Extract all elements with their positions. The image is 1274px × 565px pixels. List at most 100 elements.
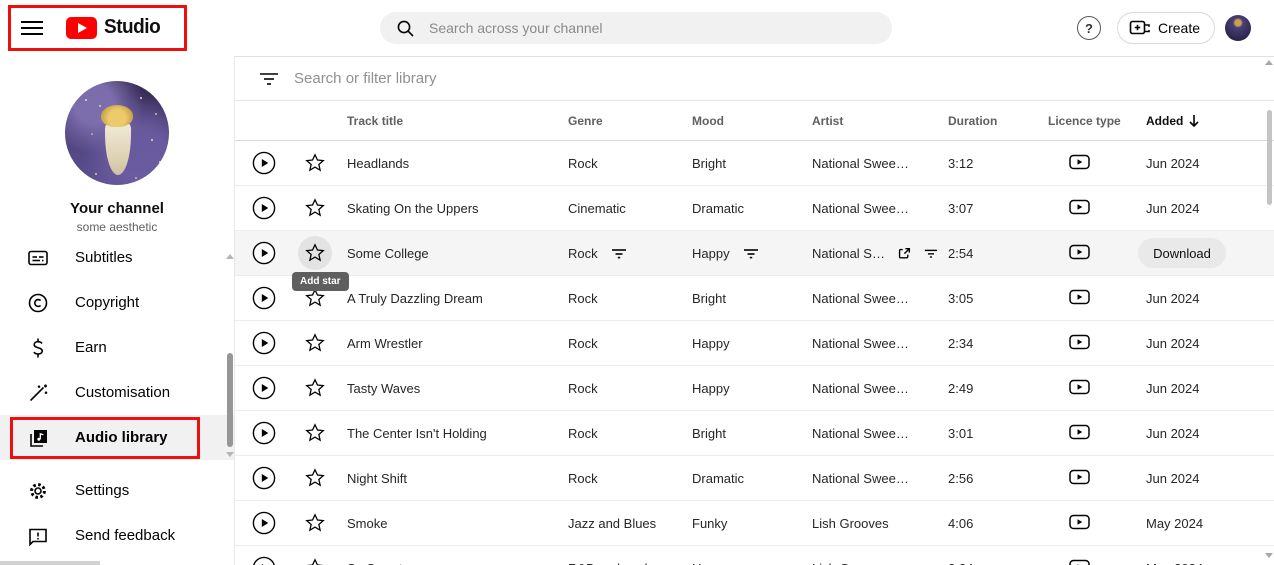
star-button[interactable] xyxy=(298,461,332,495)
sidebar-scrollbar[interactable] xyxy=(227,353,233,447)
external-link-icon[interactable] xyxy=(898,246,911,261)
youtube-licence-icon[interactable] xyxy=(1069,559,1090,565)
play-button[interactable] xyxy=(252,241,276,265)
track-artist: National Swee… xyxy=(812,470,909,486)
table-row[interactable]: Smoke Jazz and Blues Funky Lish Grooves … xyxy=(235,501,1274,546)
star-icon xyxy=(306,558,324,565)
play-button[interactable] xyxy=(252,331,276,355)
avatar-hat xyxy=(101,105,133,127)
star-button[interactable] xyxy=(298,551,332,565)
star-button[interactable] xyxy=(298,236,332,270)
library-filter-bar[interactable] xyxy=(235,57,1274,101)
star-button[interactable] xyxy=(298,146,332,180)
track-added-date: Jun 2024 xyxy=(1146,200,1200,216)
col-genre[interactable]: Genre xyxy=(558,114,682,128)
youtube-licence-icon[interactable] xyxy=(1069,379,1090,395)
col-mood[interactable]: Mood xyxy=(682,114,802,128)
sidebar-item-audio-library[interactable]: Audio library xyxy=(0,415,234,460)
main-scroll-down-icon[interactable] xyxy=(1265,553,1273,558)
star-button[interactable] xyxy=(298,371,332,405)
channel-avatar[interactable] xyxy=(65,81,169,185)
col-track-title[interactable]: Track title xyxy=(337,114,558,128)
col-licence-type[interactable]: Licence type xyxy=(1038,114,1136,128)
track-mood: Happy xyxy=(692,245,730,261)
table-row[interactable]: Skating On the Uppers Cinematic Dramatic… xyxy=(235,186,1274,231)
sidebar-item-copyright[interactable]: Copyright xyxy=(0,280,234,325)
help-glyph: ? xyxy=(1085,20,1093,36)
sidebar-item-label: Copyright xyxy=(75,294,140,311)
track-added-date: Jun 2024 xyxy=(1146,470,1200,486)
channel-search-bar[interactable] xyxy=(380,12,892,44)
table-row[interactable]: Night Shift Rock Dramatic National Swee…… xyxy=(235,456,1274,501)
star-icon xyxy=(305,198,325,217)
main-scrollbar[interactable] xyxy=(1267,110,1272,205)
menu-hamburger-icon[interactable] xyxy=(21,21,43,35)
play-button[interactable] xyxy=(252,466,276,490)
sidebar-scroll-down-icon[interactable] xyxy=(226,452,234,457)
youtube-licence-icon[interactable] xyxy=(1069,199,1090,215)
sidebar-item-send-feedback[interactable]: Send feedback xyxy=(0,513,234,558)
track-genre: Rock xyxy=(568,470,598,486)
star-button[interactable] xyxy=(298,416,332,450)
table-row[interactable]: Some College Rock Happy National S… 2:54 xyxy=(235,231,1274,276)
col-added[interactable]: Added xyxy=(1136,114,1274,128)
play-button[interactable] xyxy=(252,421,276,445)
play-button[interactable] xyxy=(252,376,276,400)
track-mood: Bright xyxy=(692,155,726,171)
youtube-licence-icon[interactable] xyxy=(1069,424,1090,440)
create-button[interactable]: Create xyxy=(1117,12,1216,44)
subtitles-icon xyxy=(28,250,48,265)
col-duration[interactable]: Duration xyxy=(938,114,1038,128)
horizontal-scrollbar[interactable] xyxy=(0,561,100,565)
youtube-licence-icon[interactable] xyxy=(1069,514,1090,530)
track-mood: Happy xyxy=(692,380,730,396)
account-avatar[interactable] xyxy=(1225,15,1251,41)
table-row[interactable]: The Center Isn't Holding Rock Bright Nat… xyxy=(235,411,1274,456)
star-icon xyxy=(305,333,325,352)
play-button[interactable] xyxy=(252,556,276,565)
sidebar-menu: Subtitles Copyright Earn Customisation A… xyxy=(0,235,234,558)
search-input[interactable] xyxy=(429,20,876,36)
track-artist: National Swee… xyxy=(812,290,909,306)
youtube-licence-icon[interactable] xyxy=(1069,154,1090,170)
help-button[interactable]: ? xyxy=(1077,16,1101,40)
play-button[interactable] xyxy=(252,286,276,310)
library-filter-input[interactable] xyxy=(294,70,1274,87)
track-title: Night Shift xyxy=(347,470,407,486)
sidebar-item-subtitles[interactable]: Subtitles xyxy=(0,235,234,280)
artist-filter-icon[interactable] xyxy=(924,247,938,259)
main-scroll-up-icon[interactable] xyxy=(1265,60,1273,65)
youtube-licence-icon[interactable] xyxy=(1069,289,1090,305)
track-artist: National S… xyxy=(812,245,885,261)
table-row[interactable]: Arm Wrestler Rock Happy National Swee… 2… xyxy=(235,321,1274,366)
star-icon xyxy=(305,513,325,532)
sidebar-item-customisation[interactable]: Customisation xyxy=(0,370,234,415)
star-button[interactable] xyxy=(298,506,332,540)
play-button[interactable] xyxy=(252,511,276,535)
sidebar-item-settings[interactable]: Settings xyxy=(0,468,234,513)
table-row[interactable]: Tasty Waves Rock Happy National Swee… 2:… xyxy=(235,366,1274,411)
track-added-date: Jun 2024 xyxy=(1146,155,1200,171)
table-row[interactable]: So Sweet R&B and soul Happy Lish Grooves… xyxy=(235,546,1274,565)
star-button[interactable] xyxy=(298,326,332,360)
track-artist: Lish Grooves xyxy=(812,561,889,565)
sidebar-item-earn[interactable]: Earn xyxy=(0,325,234,370)
play-button[interactable] xyxy=(252,151,276,175)
sidebar-item-label: Earn xyxy=(75,339,107,356)
col-artist[interactable]: Artist xyxy=(802,114,938,128)
star-button[interactable] xyxy=(298,191,332,225)
youtube-licence-icon[interactable] xyxy=(1069,334,1090,350)
youtube-licence-icon[interactable] xyxy=(1069,469,1090,485)
youtube-studio-logo[interactable]: Studio xyxy=(66,16,163,39)
table-row[interactable]: Headlands Rock Bright National Swee… 3:1… xyxy=(235,141,1274,186)
track-genre: Rock xyxy=(568,335,598,351)
sidebar-scroll-up-icon[interactable] xyxy=(226,254,234,259)
track-title: Smoke xyxy=(347,515,388,531)
genre-filter-icon[interactable] xyxy=(611,247,627,259)
table-header: Track title Genre Mood Artist Duration L… xyxy=(235,101,1274,141)
download-button[interactable]: Download xyxy=(1138,238,1226,268)
table-row[interactable]: A Truly Dazzling Dream Rock Bright Natio… xyxy=(235,276,1274,321)
mood-filter-icon[interactable] xyxy=(743,247,759,259)
youtube-licence-icon[interactable] xyxy=(1069,244,1090,260)
play-button[interactable] xyxy=(252,196,276,220)
